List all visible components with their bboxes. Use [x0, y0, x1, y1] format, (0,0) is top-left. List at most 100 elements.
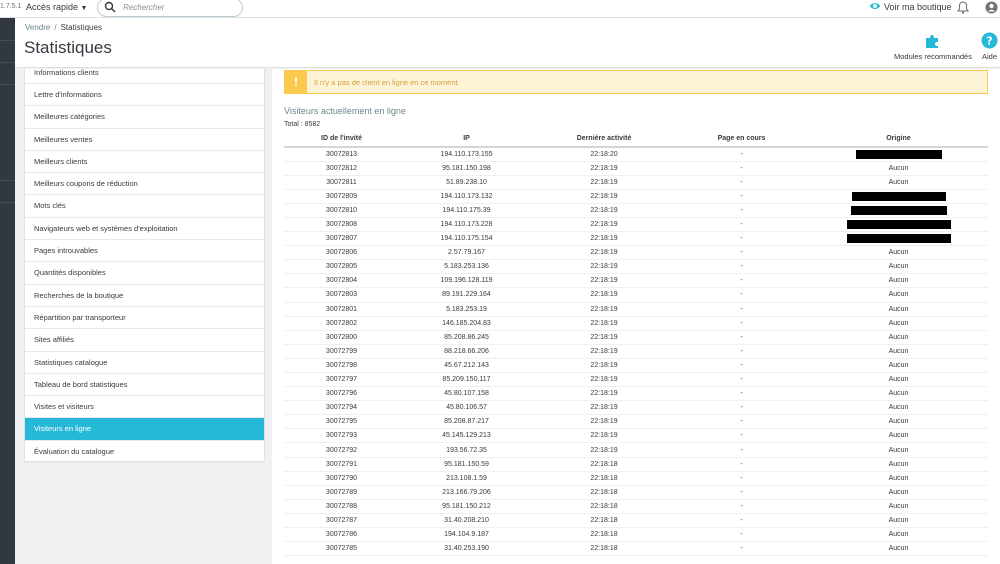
table-cell: 45.80.106.57	[399, 400, 534, 416]
bell-icon[interactable]	[957, 1, 969, 14]
table-cell: -	[674, 358, 809, 374]
table-cell: 30072801	[284, 302, 399, 317]
sidebar-item[interactable]: Meilleurs clients	[25, 151, 264, 174]
table-header-row: ID de l'invité IP Dernière activité Page…	[284, 131, 988, 148]
table-row: 30072799 88.218.66.206 22:18:19- Aucun	[284, 344, 988, 359]
table-cell: 22:18:19	[534, 175, 674, 190]
table-cell: -	[674, 372, 809, 388]
table-row: 30072790 213.108.1.59 22:18:18- Aucun	[284, 471, 988, 486]
sidebar-item[interactable]: Visiteurs en ligne	[25, 418, 264, 441]
search-input[interactable]: Rechercher	[123, 3, 164, 12]
sidebar-item[interactable]: Informations clients	[25, 69, 264, 84]
sidebar-item[interactable]: Meilleurs coupons de réduction	[25, 173, 264, 196]
version-label: 1.7.5.1	[0, 3, 22, 10]
table-cell: -	[674, 344, 809, 359]
table-cell: -	[674, 273, 809, 289]
table-row: 30072795 85.208.87.217 22:18:19- Aucun	[284, 414, 988, 430]
breadcrumb-parent[interactable]: Vendre	[25, 23, 50, 32]
sidebar-item[interactable]: Évaluation du catalogue	[25, 441, 264, 464]
sidebar-item[interactable]: Lettre d'informations	[25, 84, 264, 107]
table-cell: Aucun	[809, 471, 988, 486]
table-row: 30072800 85.208.86.245 22:18:19- Aucun	[284, 330, 988, 345]
table-cell: 22:18:18	[534, 499, 674, 514]
table-row: 30072803 89.191.229.164 22:18:19- Aucun	[284, 287, 988, 303]
table-cell: 22:18:18	[534, 457, 674, 472]
table-cell: 22:18:19	[534, 344, 674, 359]
table-cell: 194.110.173.155	[399, 147, 534, 162]
table-row: 30072801 5.183.253.19 22:18:19- Aucun	[284, 302, 988, 317]
help-button[interactable]: ? Aide	[981, 32, 998, 61]
table-cell: -	[674, 485, 809, 500]
table-cell: 30072808	[284, 217, 399, 233]
table-row: 30072802 146.185.204.83 22:18:19- Aucun	[284, 316, 988, 331]
table-cell: 22:18:18	[534, 513, 674, 529]
sidebar-item[interactable]: Pages introuvables	[25, 240, 264, 263]
table-cell: 22:18:19	[534, 358, 674, 374]
table-cell: 22:18:18	[534, 471, 674, 486]
table-cell: -	[674, 175, 809, 190]
table-row: 30072797 85.209.150.117 22:18:19- Aucun	[284, 372, 988, 388]
sidebar-item[interactable]: Sites affiliés	[25, 329, 264, 352]
table-cell: 30072796	[284, 386, 399, 402]
table-cell: 51.89.238.10	[399, 175, 534, 190]
sidebar-item[interactable]: Navigateurs web et systèmes d'exploitati…	[25, 218, 264, 241]
table-cell: 22:18:20	[534, 147, 674, 162]
quick-access-label: Accès rapide	[26, 2, 79, 12]
table-cell: 31.40.253.190	[399, 541, 534, 557]
table-cell: Aucun	[809, 513, 988, 529]
table-cell: 194.110.175.154	[399, 231, 534, 247]
recommended-modules-button[interactable]: Modules recommandés	[894, 32, 972, 61]
sidebar-item[interactable]: Mots clés	[25, 195, 264, 218]
user-avatar-icon[interactable]	[985, 1, 998, 14]
table-cell: 22:18:19	[534, 161, 674, 176]
sidebar-item[interactable]: Meilleures catégories	[25, 106, 264, 129]
top-header: 1.7.5.1 Accès rapide ▼ Rechercher Voir m…	[0, 0, 1000, 18]
table-cell: 31.40.208.210	[399, 513, 534, 529]
table-cell	[809, 217, 988, 233]
sidebar-item[interactable]: Meilleures ventes	[25, 129, 264, 151]
table-cell: 30072786	[284, 527, 399, 543]
redacted-origin	[855, 149, 942, 159]
table-cell: 30072795	[284, 414, 399, 430]
redacted-origin	[850, 205, 947, 215]
table-cell: 22:18:19	[534, 372, 674, 388]
table-cell: -	[674, 457, 809, 472]
table-cell: 30072794	[284, 400, 399, 416]
table-row: 30072813 194.110.173.155 22:18:20-	[284, 147, 988, 162]
sidebar-item[interactable]: Visites et visiteurs	[25, 396, 264, 419]
table-row: 30072807 194.110.175.154 22:18:19-	[284, 231, 988, 247]
table-cell: 85.208.86.245	[399, 330, 534, 345]
table-cell: -	[674, 147, 809, 162]
table-cell: 30072810	[284, 203, 399, 218]
table-cell: 22:18:19	[534, 428, 674, 444]
table-cell: Aucun	[809, 273, 988, 289]
search-field[interactable]: Rechercher	[97, 0, 243, 17]
table-cell: -	[674, 499, 809, 514]
view-shop-link[interactable]: Voir ma boutique	[869, 1, 952, 12]
sidebar-item[interactable]: Répartition par transporteur	[25, 307, 264, 330]
nav-divider	[0, 84, 15, 85]
table-cell: Aucun	[809, 330, 988, 345]
table-row: 30072788 95.181.150.212 22:18:18- Aucun	[284, 499, 988, 514]
column-header: ID de l'invité	[284, 131, 399, 148]
table-cell: Aucun	[809, 457, 988, 472]
sidebar-item[interactable]: Tableau de bord statistiques	[25, 374, 264, 397]
sidebar-item[interactable]: Recherches de la boutique	[25, 285, 264, 307]
redacted-origin	[846, 234, 951, 244]
table-cell: 85.209.150.117	[399, 372, 534, 388]
sidebar-item[interactable]: Quantités disponibles	[25, 262, 264, 285]
page-header: Vendre / Statistiques Statistiques Modules…	[15, 18, 1000, 68]
nav-divider	[0, 40, 15, 41]
table-cell: -	[674, 513, 809, 529]
quick-access-button[interactable]: Accès rapide ▼	[26, 2, 87, 12]
table-cell: -	[674, 287, 809, 303]
alert-text: Il n'y a pas de client en ligne en ce mo…	[314, 78, 460, 87]
table-cell: -	[674, 414, 809, 430]
column-header: IP	[399, 131, 534, 148]
search-icon	[104, 1, 116, 13]
table-cell: 2.57.79.167	[399, 245, 534, 261]
table-cell: -	[674, 316, 809, 331]
sidebar-item[interactable]: Statistiques catalogue	[25, 352, 264, 374]
table-cell: -	[674, 386, 809, 402]
visitors-table: ID de l'invité IP Dernière activité Page…	[284, 131, 988, 557]
